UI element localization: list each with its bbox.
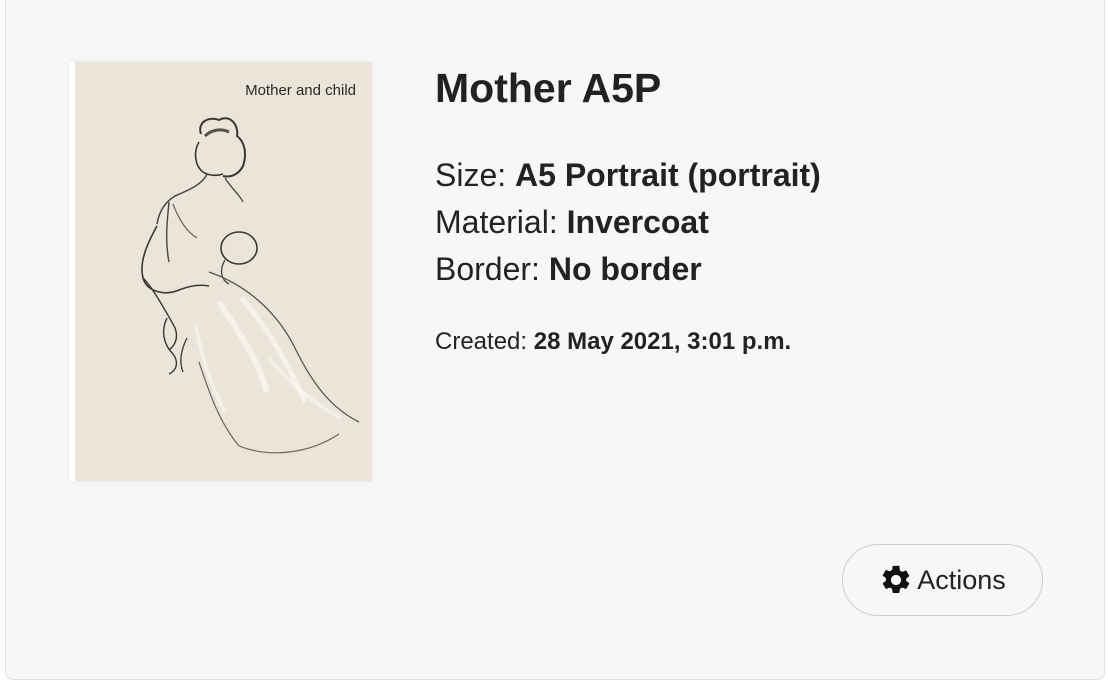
created-label: Created:	[435, 328, 528, 355]
created-date: Created: 28 May 2021, 3:01 p.m.	[435, 328, 791, 356]
actions-button[interactable]: Actions	[842, 544, 1043, 616]
product-card: Mother and child Mother A5P Size: A5 Por…	[5, 0, 1105, 680]
spec-border: Border: No border	[435, 246, 821, 293]
spec-size: Size: A5 Portrait (portrait)	[435, 152, 821, 199]
spec-material-label: Material:	[435, 204, 558, 240]
spec-size-label: Size:	[435, 157, 507, 193]
product-specs: Size: A5 Portrait (portrait) Material: I…	[435, 152, 821, 293]
artwork-caption: Mother and child	[245, 82, 356, 99]
gear-icon	[879, 563, 913, 597]
sketch-artwork	[69, 62, 372, 481]
created-value: 28 May 2021, 3:01 p.m.	[533, 328, 792, 355]
spec-material-value: Invercoat	[566, 204, 709, 240]
actions-label: Actions	[917, 564, 1006, 595]
spec-material: Material: Invercoat	[435, 199, 821, 246]
product-title: Mother A5P	[435, 65, 662, 111]
spec-size-value: A5 Portrait (portrait)	[515, 157, 821, 193]
spec-border-value: No border	[548, 251, 702, 287]
product-thumbnail[interactable]: Mother and child	[69, 62, 372, 481]
spec-border-label: Border:	[435, 251, 540, 287]
